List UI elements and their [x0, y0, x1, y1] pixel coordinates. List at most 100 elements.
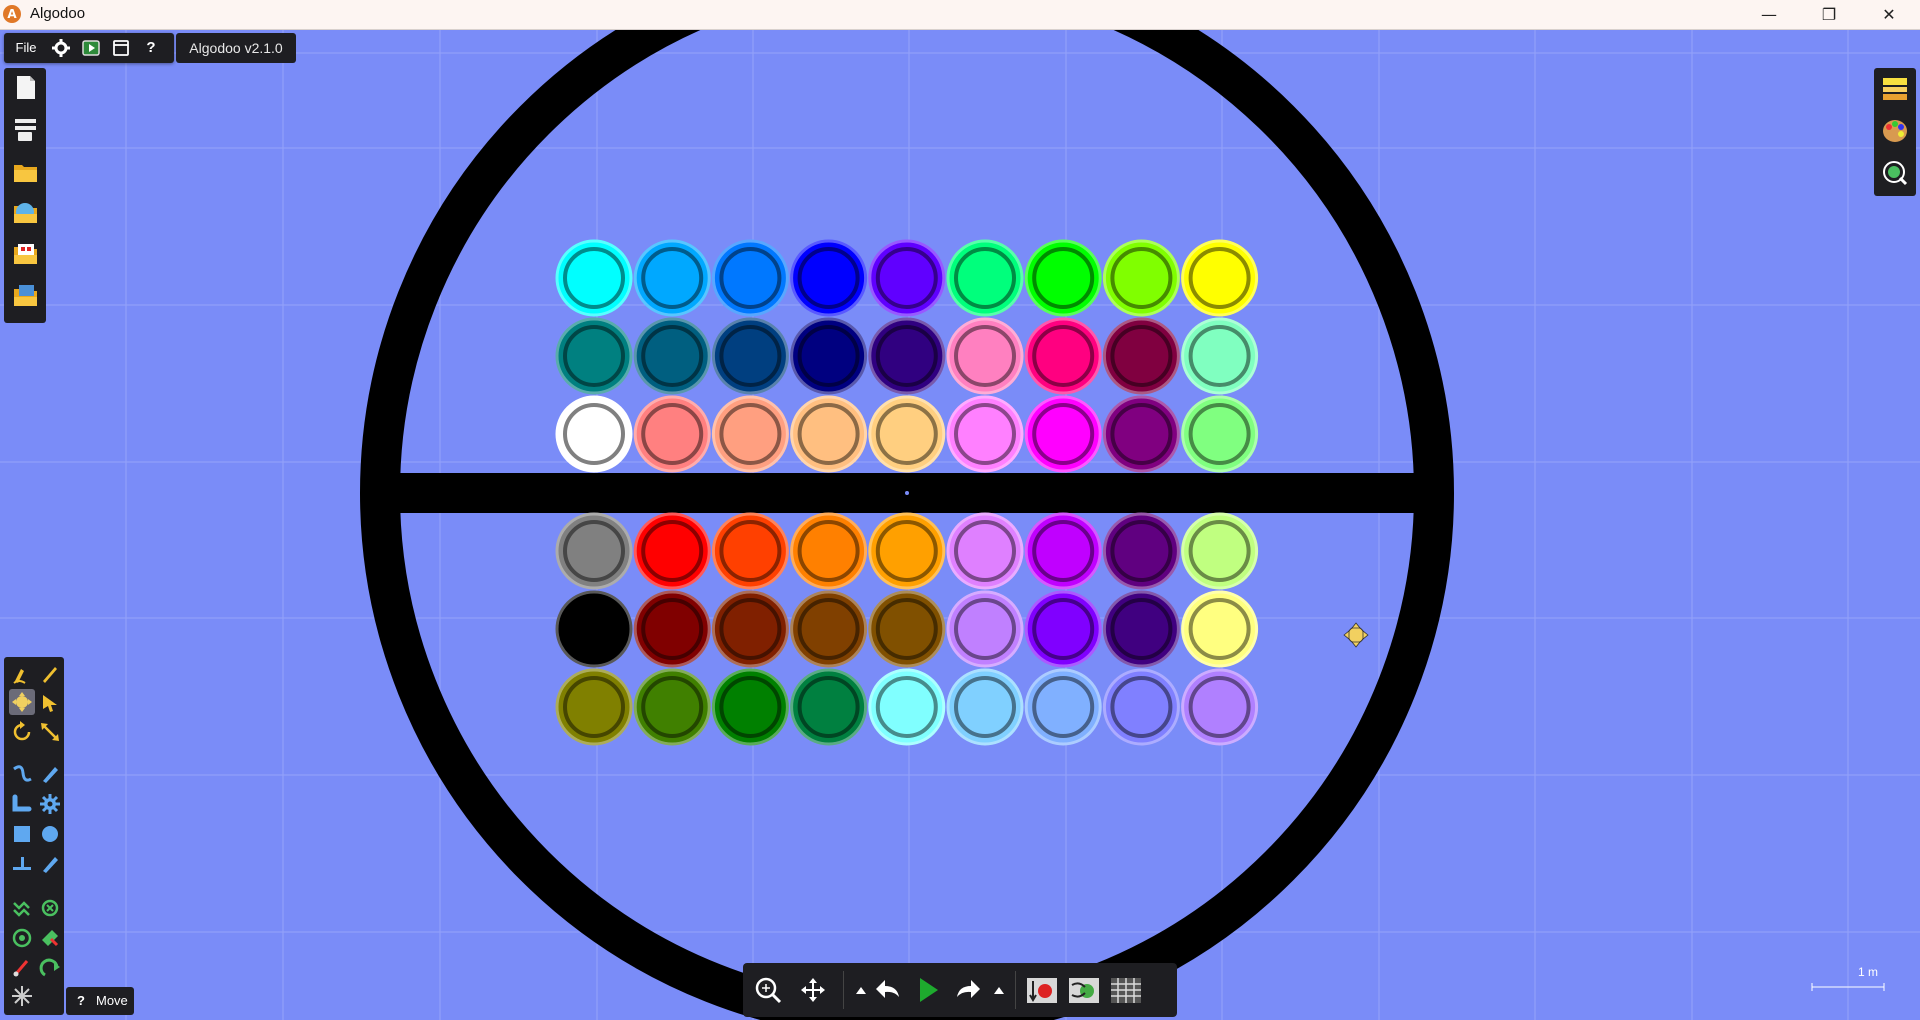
- rotate-tool-icon[interactable]: [9, 719, 35, 745]
- thruster-tool-icon[interactable]: [37, 925, 63, 951]
- ball[interactable]: [1024, 317, 1102, 395]
- sketch-tool-icon[interactable]: [9, 661, 35, 687]
- palette-icon[interactable]: [1881, 117, 1909, 145]
- lessons-icon[interactable]: [12, 282, 39, 309]
- ball[interactable]: [1102, 512, 1180, 590]
- ball[interactable]: [633, 668, 711, 746]
- new-scene-icon[interactable]: [12, 74, 39, 101]
- ball[interactable]: [1181, 668, 1259, 746]
- ball[interactable]: [790, 590, 868, 668]
- ball[interactable]: [1181, 239, 1259, 317]
- ball[interactable]: [946, 668, 1024, 746]
- simulation-window-icon[interactable]: [78, 33, 104, 63]
- help-icon[interactable]: ?: [77, 987, 85, 1015]
- ball[interactable]: [1181, 395, 1259, 473]
- gravity-icon[interactable]: [1025, 975, 1059, 1005]
- gear-tool-icon[interactable]: [37, 791, 63, 817]
- ball[interactable]: [790, 512, 868, 590]
- box-tool-icon[interactable]: [9, 821, 35, 847]
- ball[interactable]: [1102, 668, 1180, 746]
- ball[interactable]: [1181, 590, 1259, 668]
- ball[interactable]: [868, 317, 946, 395]
- ball[interactable]: [1024, 395, 1102, 473]
- grid-icon[interactable]: [1109, 975, 1143, 1005]
- tracer-tool-icon[interactable]: [9, 955, 35, 981]
- scene-bar-icon[interactable]: [12, 116, 39, 143]
- rope-tool-icon[interactable]: [9, 761, 35, 787]
- redo-icon[interactable]: [953, 975, 983, 1005]
- ball[interactable]: [790, 239, 868, 317]
- ball[interactable]: [790, 668, 868, 746]
- ball[interactable]: [1024, 239, 1102, 317]
- ball[interactable]: [555, 317, 633, 395]
- ball[interactable]: [946, 317, 1024, 395]
- air-icon[interactable]: [1067, 975, 1101, 1005]
- laser-tool-icon[interactable]: [37, 955, 63, 981]
- ball[interactable]: [711, 395, 789, 473]
- knife-tool-icon[interactable]: [37, 761, 63, 787]
- background-icon[interactable]: [1881, 75, 1909, 103]
- ball[interactable]: [711, 590, 789, 668]
- ball[interactable]: [868, 395, 946, 473]
- ball[interactable]: [790, 395, 868, 473]
- ball[interactable]: [868, 239, 946, 317]
- circle-tool-icon[interactable]: [37, 821, 63, 847]
- help-icon[interactable]: ?: [138, 33, 164, 63]
- ball[interactable]: [1024, 512, 1102, 590]
- minimize-button[interactable]: —: [1740, 0, 1798, 29]
- ball[interactable]: [633, 395, 711, 473]
- play-icon[interactable]: [913, 975, 943, 1005]
- drag-tool-icon[interactable]: [37, 689, 63, 715]
- brush-tool-icon[interactable]: [37, 661, 63, 687]
- window-panel-icon[interactable]: [108, 33, 134, 63]
- ball[interactable]: [790, 317, 868, 395]
- ball[interactable]: [1181, 317, 1259, 395]
- open-folder-icon[interactable]: [12, 158, 39, 185]
- ball[interactable]: [1024, 668, 1102, 746]
- ball[interactable]: [868, 668, 946, 746]
- ball[interactable]: [555, 395, 633, 473]
- ball[interactable]: [711, 668, 789, 746]
- ball[interactable]: [1102, 239, 1180, 317]
- close-button[interactable]: ✕: [1860, 0, 1918, 29]
- chain-tool-icon[interactable]: [9, 791, 35, 817]
- ball[interactable]: [946, 395, 1024, 473]
- ball[interactable]: [946, 590, 1024, 668]
- ball[interactable]: [633, 317, 711, 395]
- ball[interactable]: [711, 512, 789, 590]
- ball[interactable]: [1102, 317, 1180, 395]
- eraser-tool-icon[interactable]: [9, 983, 35, 1009]
- physics-icon[interactable]: [1881, 159, 1909, 187]
- undo-icon[interactable]: [873, 975, 903, 1005]
- zoom-icon[interactable]: [753, 975, 783, 1005]
- ball[interactable]: [868, 512, 946, 590]
- ball[interactable]: [555, 239, 633, 317]
- spring-tool-icon[interactable]: [37, 851, 63, 877]
- ball[interactable]: [868, 590, 946, 668]
- file-menu[interactable]: File: [10, 33, 42, 63]
- ball[interactable]: [633, 239, 711, 317]
- undo-menu-icon[interactable]: [853, 975, 869, 1005]
- ball[interactable]: [1102, 395, 1180, 473]
- ball[interactable]: [1181, 512, 1259, 590]
- ball[interactable]: [946, 239, 1024, 317]
- scene-canvas[interactable]: [0, 30, 1920, 1020]
- scale-tool-icon[interactable]: [37, 719, 63, 745]
- maximize-button[interactable]: ❐: [1800, 0, 1858, 29]
- axle-tool-icon[interactable]: [9, 925, 35, 951]
- ball[interactable]: [946, 512, 1024, 590]
- ball[interactable]: [1024, 590, 1102, 668]
- move-tool-icon[interactable]: [9, 689, 35, 715]
- settings-gear-icon[interactable]: [48, 33, 74, 63]
- ball[interactable]: [711, 239, 789, 317]
- ball[interactable]: [1102, 590, 1180, 668]
- ball[interactable]: [555, 590, 633, 668]
- scenes-icon[interactable]: [12, 240, 39, 267]
- ball[interactable]: [555, 668, 633, 746]
- fixate-tool-icon[interactable]: [9, 895, 35, 921]
- pan-icon[interactable]: [798, 975, 828, 1005]
- redo-menu-icon[interactable]: [991, 975, 1007, 1005]
- phunlets-icon[interactable]: [12, 199, 39, 226]
- hinge-tool-icon[interactable]: [37, 895, 63, 921]
- ball[interactable]: [633, 590, 711, 668]
